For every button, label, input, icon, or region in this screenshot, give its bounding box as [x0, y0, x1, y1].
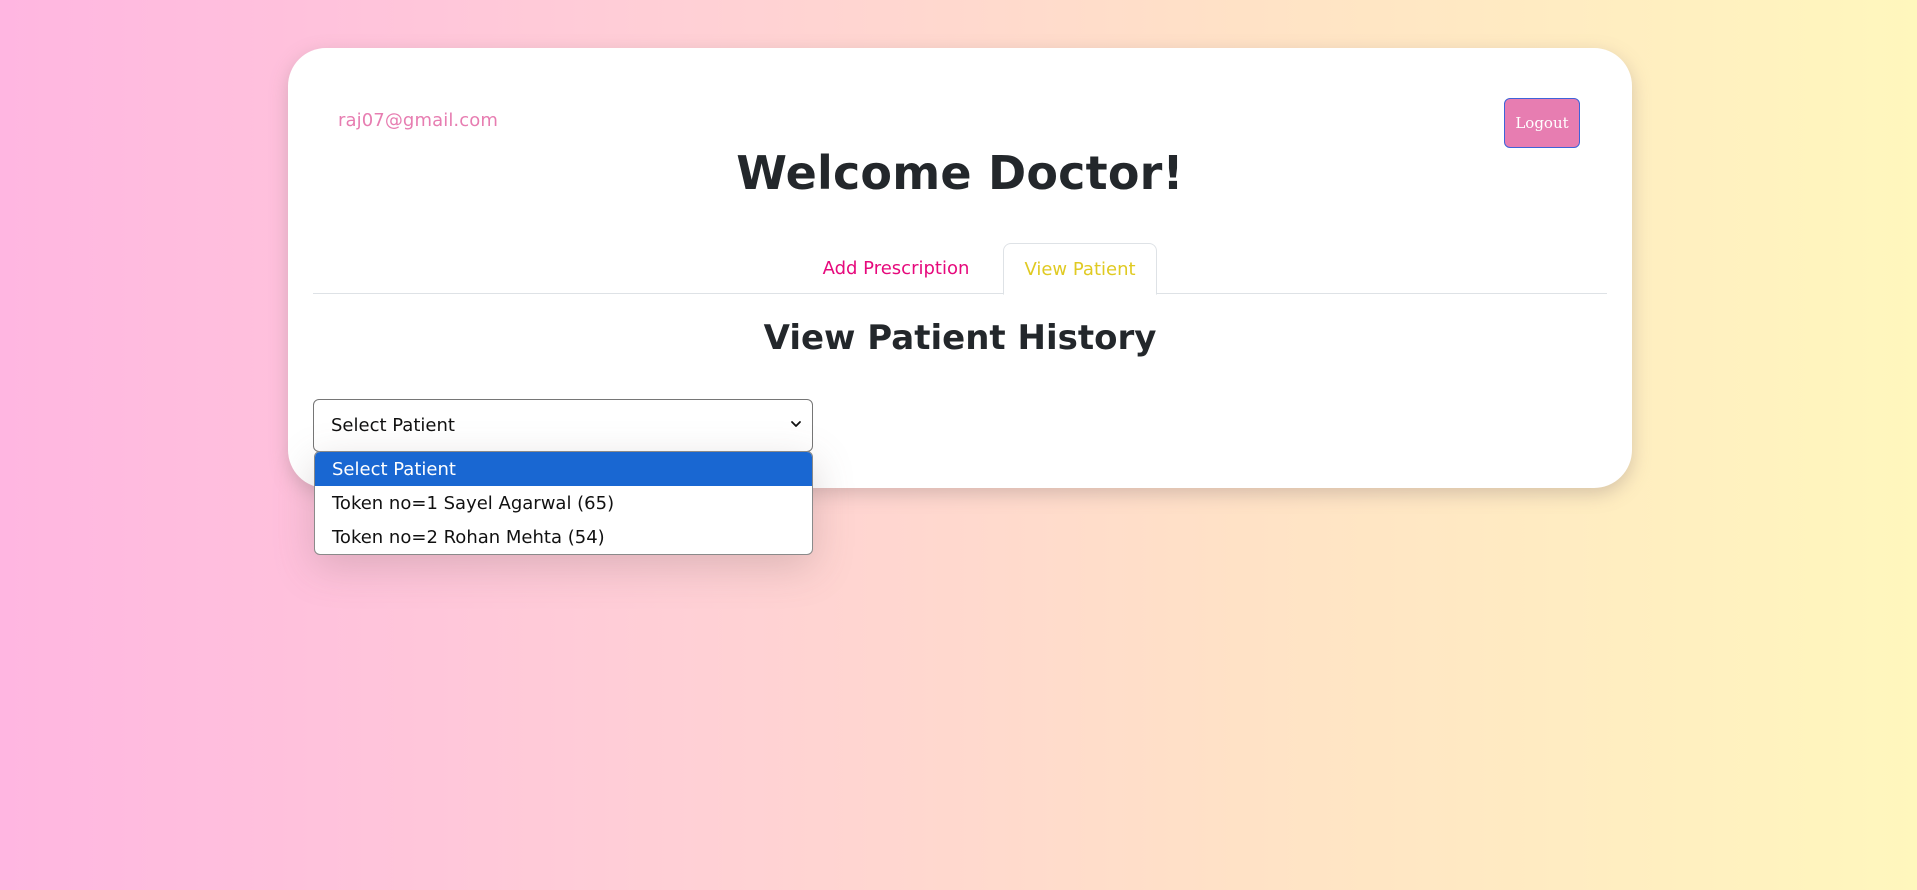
user-email: raj07@gmail.com: [338, 110, 498, 131]
doctor-dashboard-card: raj07@gmail.com Logout Welcome Doctor! A…: [288, 48, 1632, 488]
patient-option[interactable]: Token no=2 Rohan Mehta (54): [315, 520, 812, 554]
chevron-down-icon: [791, 421, 801, 427]
patient-select-dropdown: Select Patient Token no=1 Sayel Agarwal …: [314, 451, 813, 555]
patient-option[interactable]: Token no=1 Sayel Agarwal (65): [315, 486, 812, 520]
tab-view-patient[interactable]: View Patient: [1003, 243, 1157, 295]
tab-bar: Add Prescription View Patient: [313, 243, 1607, 295]
logout-button[interactable]: Logout: [1504, 98, 1580, 148]
patient-select-value: Select Patient: [331, 415, 455, 436]
patient-select[interactable]: Select Patient: [313, 399, 813, 452]
page-title: Welcome Doctor!: [736, 146, 1184, 200]
tab-add-prescription[interactable]: Add Prescription: [799, 243, 993, 294]
section-title: View Patient History: [763, 318, 1157, 358]
patient-option-placeholder[interactable]: Select Patient: [315, 452, 812, 486]
